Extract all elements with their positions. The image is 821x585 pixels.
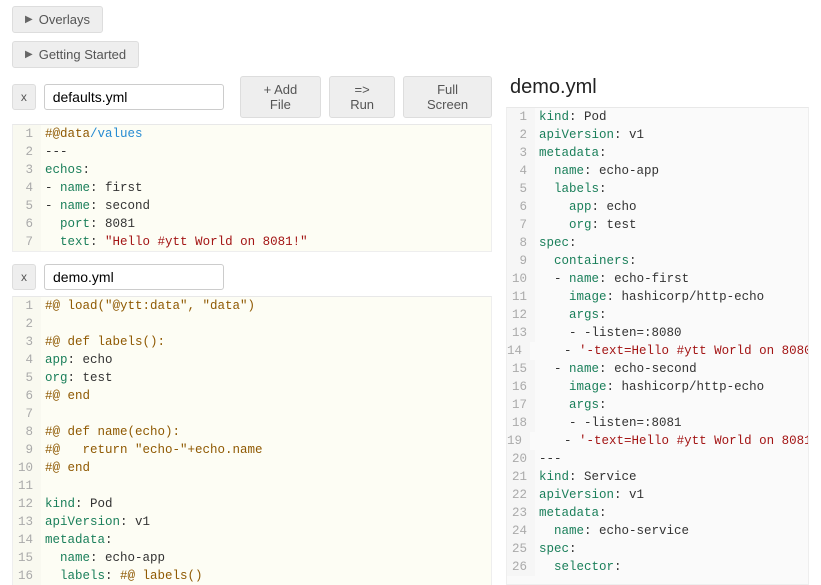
output-viewer: 1kind: Pod 2apiVersion: v1 3metadata: 4 …	[506, 107, 809, 585]
fullscreen-button[interactable]: Full Screen	[403, 76, 492, 118]
editor-defaults[interactable]: 1#@data/values 2--- 3echos: 4- name: fir…	[12, 124, 492, 252]
overlays-toggle[interactable]: ▶Overlays	[12, 6, 103, 33]
filename-input-0[interactable]	[44, 84, 224, 110]
close-file-button[interactable]: x	[12, 84, 36, 110]
play-icon: ▶	[25, 14, 33, 25]
output-title: demo.yml	[510, 76, 809, 99]
run-button[interactable]: => Run	[329, 76, 395, 118]
close-file-button[interactable]: x	[12, 264, 36, 290]
play-icon: ▶	[25, 49, 33, 60]
getting-started-toggle[interactable]: ▶Getting Started	[12, 41, 139, 68]
filename-input-1[interactable]	[44, 264, 224, 290]
editor-demo[interactable]: 1#@ load("@ytt:data", "data") 2 3#@ def …	[12, 296, 492, 585]
add-file-button[interactable]: + Add File	[240, 76, 321, 118]
